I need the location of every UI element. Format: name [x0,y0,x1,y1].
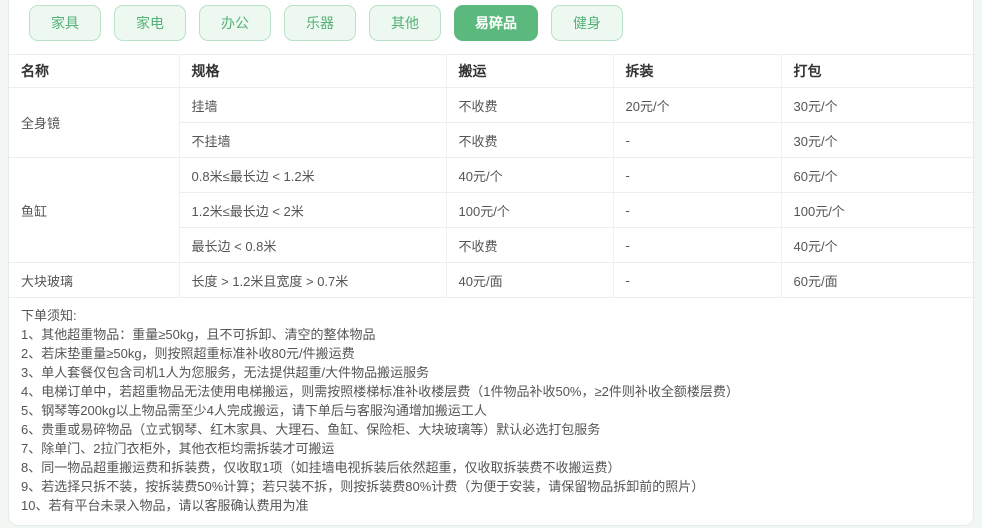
table-row: 大块玻璃 长度 > 1.2米且宽度 > 0.7米 40元/面 - 60元/面 [9,262,975,298]
disassembly-cell: - [612,157,781,193]
table-header-row: 名称 规格 搬运 拆装 打包 [9,54,975,88]
pack-cell: 60元/面 [780,262,975,298]
carry-cell: 40元/面 [445,262,613,298]
disassembly-cell: - [612,192,781,228]
tab-appliances[interactable]: 家电 [114,5,186,41]
table-row: 全身镜 挂墙 不收费 20元/个 30元/个 [9,87,975,158]
disassembly-cell: - [612,122,781,158]
column-header-name: 名称 [9,54,179,88]
column-header-spec: 规格 [178,54,446,88]
spec-cell: 1.2米≤最长边 < 2米 [178,192,446,228]
pack-cell: 30元/个 [780,87,975,123]
carry-cell: 不收费 [445,87,613,123]
tab-fragile[interactable]: 易碎品 [454,5,538,41]
column-header-disassembly: 拆装 [612,54,781,88]
spec-cell: 挂墙 [178,87,446,123]
item-name-cell: 大块玻璃 [9,262,179,298]
note-item: 7、除单门、2拉门衣柜外，其他衣柜均需拆装才可搬运 [21,441,335,456]
notes-title: 下单须知: [21,308,77,323]
spec-cell: 0.8米≤最长边 < 1.2米 [178,157,446,193]
note-item: 8、同一物品超重搬运费和拆装费，仅收取1项（如挂墙电视拆装后依然超重，仅收取拆装… [21,460,621,475]
tab-instruments[interactable]: 乐器 [284,5,356,41]
pack-cell: 100元/个 [780,192,975,228]
pack-cell: 30元/个 [780,122,975,158]
table-row: 鱼缸 0.8米≤最长边 < 1.2米 40元/个 - 60元/个 [9,157,975,263]
note-item: 4、电梯订单中，若超重物品无法使用电梯搬运，则需按照楼梯标准补收楼层费（1件物品… [21,384,739,399]
disassembly-cell: 20元/个 [612,87,781,123]
note-item: 10、若有平台未录入物品，请以客服确认费用为准 [21,498,309,513]
tab-fitness[interactable]: 健身 [551,5,623,41]
carry-cell: 40元/个 [445,157,613,193]
item-name-cell: 鱼缸 [9,157,179,263]
item-name-cell: 全身镜 [9,87,179,158]
tab-furniture[interactable]: 家具 [29,5,101,41]
tab-office[interactable]: 办公 [199,5,271,41]
order-notes: 下单须知: 1、其他超重物品：重量≥50kg，且不可拆卸、清空的整体物品 2、若… [9,298,973,525]
content-card: 家具 家电 办公 乐器 其他 易碎品 健身 名称 规格 搬运 拆装 打包 全身镜… [8,0,975,526]
pricing-table: 名称 规格 搬运 拆装 打包 全身镜 挂墙 不收费 20元/个 30元/个 不挂… [9,54,975,298]
spec-cell: 不挂墙 [178,122,446,158]
note-item: 5、钢琴等200kg以上物品需至少4人完成搬运，请下单后与客服沟通增加搬运工人 [21,403,487,418]
carry-cell: 不收费 [445,122,613,158]
category-tabbar: 家具 家电 办公 乐器 其他 易碎品 健身 [9,0,973,54]
pack-cell: 40元/个 [780,227,975,263]
pack-cell: 60元/个 [780,157,975,193]
note-item: 2、若床垫重量≥50kg，则按照超重标准补收80元/件搬运费 [21,346,355,361]
spec-cell: 长度 > 1.2米且宽度 > 0.7米 [178,262,446,298]
disassembly-cell: - [612,227,781,263]
column-header-pack: 打包 [780,54,975,88]
carry-cell: 不收费 [445,227,613,263]
note-item: 9、若选择只拆不装，按拆装费50%计算；若只装不拆，则按拆装费80%计费（为便于… [21,479,705,494]
note-item: 3、单人套餐仅包含司机1人为您服务，无法提供超重/大件物品搬运服务 [21,365,430,380]
carry-cell: 100元/个 [445,192,613,228]
note-item: 6、贵重或易碎物品（立式钢琴、红木家具、大理石、鱼缸、保险柜、大块玻璃等）默认必… [21,422,601,437]
disassembly-cell: - [612,262,781,298]
spec-cell: 最长边 < 0.8米 [178,227,446,263]
tab-other[interactable]: 其他 [369,5,441,41]
column-header-carry: 搬运 [445,54,613,88]
note-item: 1、其他超重物品：重量≥50kg，且不可拆卸、清空的整体物品 [21,327,376,342]
